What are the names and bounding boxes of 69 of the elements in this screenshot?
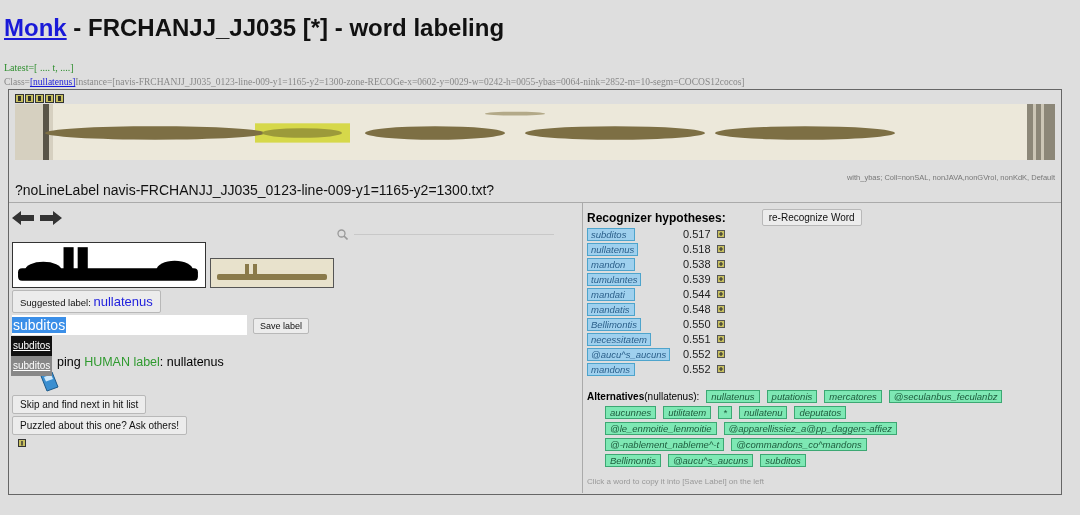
- add-icon[interactable]: [717, 350, 725, 358]
- info-icon[interactable]: [18, 439, 26, 447]
- hypothesis-score: 0.552: [683, 348, 712, 360]
- hypothesis-word[interactable]: necessitatem: [587, 332, 651, 346]
- hypothesis-score: 0.544: [683, 288, 712, 300]
- skip-button[interactable]: Skip and find next in hit list: [12, 395, 147, 414]
- class-label: Class=: [4, 77, 30, 87]
- monk-link[interactable]: Monk: [4, 14, 67, 41]
- alternative-word[interactable]: @-nablement_nableme^-t: [605, 438, 725, 451]
- add-icon[interactable]: [717, 335, 725, 343]
- suggestion-option[interactable]: subditos: [11, 356, 53, 376]
- add-icon[interactable]: [717, 305, 725, 313]
- status-text: : nullatenus: [159, 355, 224, 369]
- add-icon[interactable]: [717, 290, 725, 298]
- add-icon[interactable]: [717, 245, 725, 253]
- alternatives-label: Alternatives(nullatenus):: [587, 391, 700, 402]
- add-icon[interactable]: [717, 260, 725, 268]
- hypothesis-word[interactable]: subditos: [587, 227, 635, 241]
- alternative-word[interactable]: subditos: [760, 454, 806, 467]
- class-link[interactable]: [nullatenus]: [29, 77, 76, 87]
- alternative-word[interactable]: deputatos: [794, 406, 847, 419]
- alternative-word[interactable]: nullatenu: [738, 406, 788, 419]
- hypothesis-word[interactable]: mandons: [587, 362, 635, 376]
- suggestion-option[interactable]: subditos: [11, 336, 53, 356]
- ask-others-button[interactable]: Puzzled about this one? Ask others!: [12, 416, 187, 435]
- hypothesis-word[interactable]: mandon: [587, 257, 635, 271]
- hypothesis-score: 0.517: [683, 228, 712, 240]
- hypothesis-score: 0.539: [683, 273, 712, 285]
- hypothesis-score: 0.538: [683, 258, 712, 270]
- hypotheses-title: Recognizer hypotheses:: [587, 210, 726, 225]
- hypothesis-word[interactable]: tumulantes: [587, 272, 642, 286]
- alternative-word[interactable]: @aucu^s_aucuns: [667, 454, 754, 467]
- page-title: - FRCHANJJ_JJ035 [*] - word labeling: [72, 14, 505, 41]
- add-icon[interactable]: [717, 275, 725, 283]
- alternative-word[interactable]: utilitatem: [663, 406, 712, 419]
- add-icon[interactable]: [717, 320, 725, 328]
- alternative-word[interactable]: @seculanbus_feculanbz: [888, 390, 1003, 403]
- hypothesis-score: 0.548: [683, 303, 712, 315]
- alternative-word[interactable]: nullatenus: [706, 390, 760, 403]
- label-input[interactable]: subditos: [12, 315, 247, 335]
- hypothesis-score: 0.552: [683, 363, 712, 375]
- alternative-word[interactable]: @le_enmoitie_lenmoitie: [605, 422, 717, 435]
- save-label-button[interactable]: Save label: [253, 318, 310, 334]
- alternative-word[interactable]: @apparellissiez_a@pp_daggers-affiez: [723, 422, 897, 435]
- hypothesis-word[interactable]: Bellimontis: [587, 317, 641, 331]
- hypothesis-score: 0.551: [683, 333, 712, 345]
- alternative-word[interactable]: mercatores: [824, 390, 882, 403]
- human-label-text: HUMAN label: [84, 355, 160, 369]
- line-label: ?noLineLabel navis-FRCHANJJ_JJ035_0123-line-009-y1=1165-y2=1300.txt?: [15, 182, 496, 198]
- alternative-word[interactable]: putationis: [766, 390, 818, 403]
- book-icon[interactable]: [38, 371, 60, 393]
- alternative-word[interactable]: Bellimontis: [605, 454, 661, 467]
- suggested-label-button[interactable]: Suggested label: nullatenus: [12, 290, 161, 313]
- status-text: ping: [57, 355, 81, 369]
- hypothesis-word[interactable]: nullatenus: [587, 242, 639, 256]
- hypothesis-word[interactable]: mandatis: [587, 302, 635, 316]
- add-icon[interactable]: [717, 230, 725, 238]
- hypothesis-word[interactable]: mandati: [587, 287, 635, 301]
- add-icon[interactable]: [717, 365, 725, 373]
- latest-line: Latest=[ .... t, ....]: [4, 62, 75, 73]
- forward-arrow-icon[interactable]: [40, 211, 62, 225]
- re-recognize-button[interactable]: re-Recognize Word: [761, 209, 862, 226]
- alternative-word[interactable]: *: [718, 406, 732, 419]
- alternative-word[interactable]: @commandons_co^mandons: [731, 438, 867, 451]
- alternative-word[interactable]: aucunnes: [605, 406, 657, 419]
- hypothesis-score: 0.550: [683, 318, 712, 330]
- hypothesis-word[interactable]: @aucu^s_aucuns: [587, 347, 671, 361]
- hypothesis-score: 0.518: [683, 243, 712, 255]
- back-arrow-icon[interactable]: [12, 211, 34, 225]
